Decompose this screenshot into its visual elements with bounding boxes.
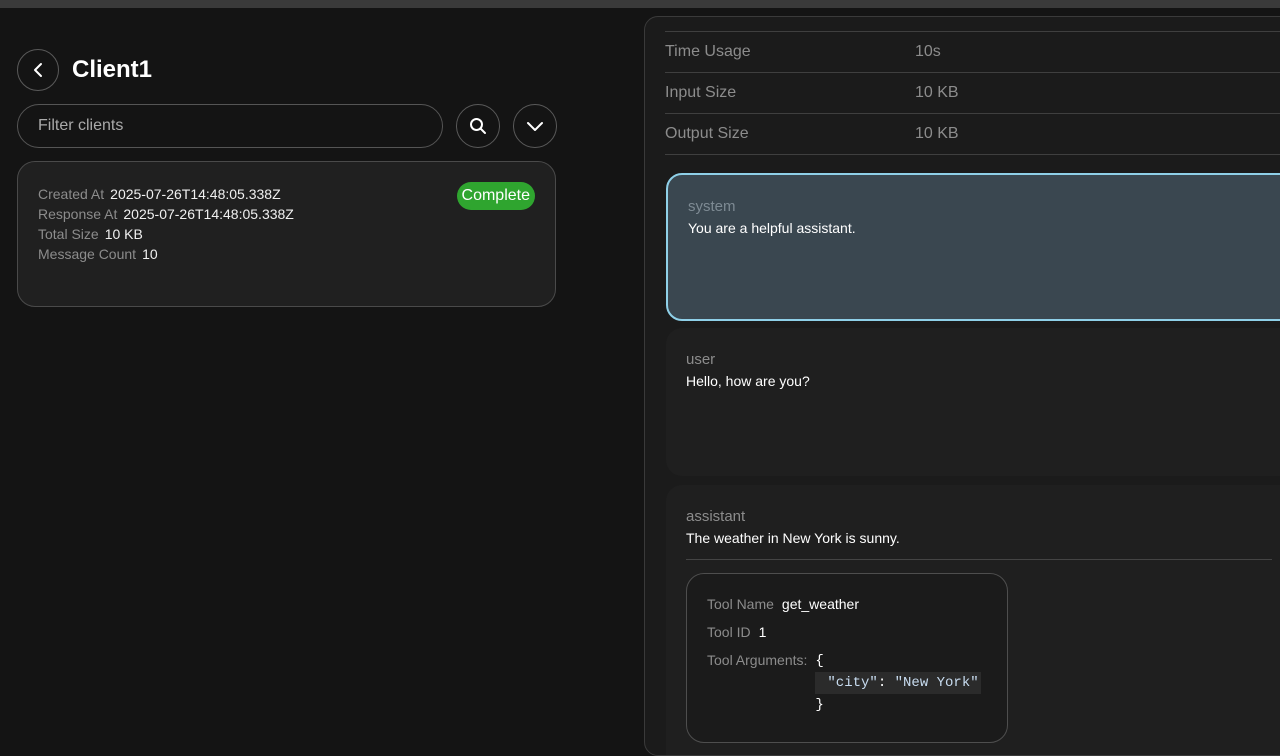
message-system[interactable]: system You are a helpful assistant. (666, 173, 1280, 321)
tool-id-value: 1 (758, 624, 767, 640)
expand-button[interactable] (513, 104, 557, 148)
tool-name-value: get_weather (781, 596, 859, 612)
stat-label: Time Usage (665, 43, 751, 60)
field-value: 10 KB (104, 226, 143, 242)
client-card[interactable]: Created At 2025-07-26T14:48:05.338Z Resp… (17, 161, 556, 307)
message-role: assistant (686, 508, 746, 525)
tool-id-label: Tool ID (707, 624, 751, 640)
filter-clients-input[interactable] (17, 104, 443, 148)
tool-name-label: Tool Name (707, 596, 774, 612)
stat-row-time-usage: Time Usage 10s (665, 31, 1280, 72)
stats-table: Time Usage 10s Input Size 10 KB Output S… (665, 31, 1280, 155)
message-assistant[interactable]: assistant The weather in New York is sun… (666, 485, 1280, 755)
detail-panel: Time Usage 10s Input Size 10 KB Output S… (644, 16, 1280, 756)
field-value: 2025-07-26T14:48:05.338Z (123, 206, 294, 222)
tool-name-row: Tool Name get_weather (707, 594, 987, 614)
field-label: Created At (38, 186, 105, 202)
status-badge: Complete (456, 182, 535, 210)
search-button[interactable] (456, 104, 500, 148)
message-content: The weather in New York is sunny. (686, 530, 900, 546)
tool-id-row: Tool ID 1 (707, 622, 987, 642)
message-role: user (686, 351, 716, 368)
message-role: system (688, 198, 736, 215)
divider (686, 559, 1272, 560)
chevron-down-icon (527, 122, 543, 131)
code-close-brace: } (815, 697, 824, 713)
message-content: Hello, how are you? (686, 373, 810, 389)
response-at-row: Response At 2025-07-26T14:48:05.338Z (38, 204, 535, 224)
stat-value: 10s (915, 43, 941, 60)
chevron-left-icon (34, 63, 42, 77)
top-bar (0, 0, 1280, 8)
stat-label: Input Size (665, 84, 737, 101)
tool-arguments-code: { "city": "New York" } (815, 650, 981, 716)
stat-label: Output Size (665, 125, 749, 142)
stat-value: 10 KB (915, 125, 959, 142)
message-user[interactable]: user Hello, how are you? (666, 328, 1280, 476)
stat-row-input-size: Input Size 10 KB (665, 72, 1280, 113)
json-value: "New York" (894, 675, 979, 691)
field-label: Total Size (38, 226, 99, 242)
tool-call-card: Tool Name get_weather Tool ID 1 Tool Arg… (686, 573, 1008, 743)
tool-arguments-label: Tool Arguments: (707, 652, 808, 668)
back-button[interactable] (17, 49, 59, 91)
field-value: 10 (142, 246, 158, 262)
total-size-row: Total Size 10 KB (38, 224, 535, 244)
field-label: Response At (38, 206, 118, 222)
stat-row-output-size: Output Size 10 KB (665, 113, 1280, 155)
code-json-line: "city": "New York" (815, 672, 981, 694)
message-count-row: Message Count 10 (38, 244, 535, 264)
page-title: Client1 (72, 56, 153, 83)
json-separator: : (877, 675, 895, 691)
json-key: "city" (827, 675, 878, 691)
message-content: You are a helpful assistant. (688, 220, 856, 236)
stat-value: 10 KB (915, 84, 959, 101)
field-label: Message Count (38, 246, 137, 262)
search-icon (470, 118, 486, 134)
field-value: 2025-07-26T14:48:05.338Z (110, 186, 281, 202)
code-open-brace: { (815, 653, 824, 669)
tool-arguments-row: Tool Arguments: { "city": "New York" } (707, 650, 987, 716)
